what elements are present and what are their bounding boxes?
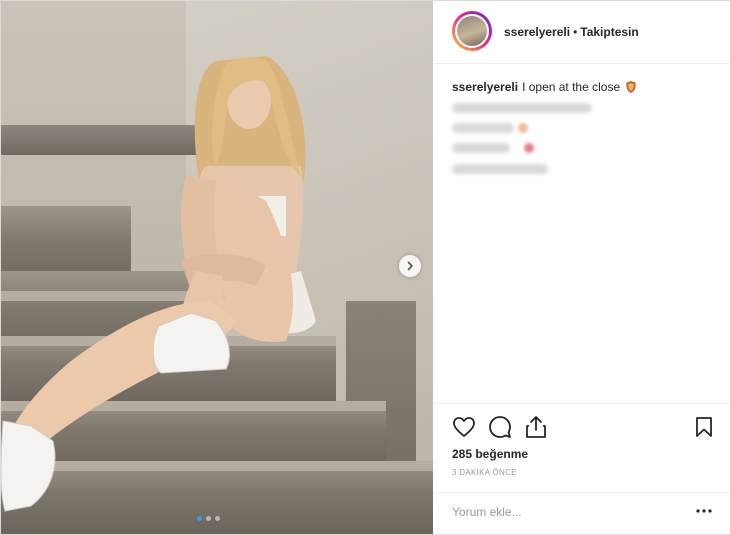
following-status-button[interactable]: Takiptesin [580, 25, 638, 39]
post-frame: sserelyereli • Takiptesin sserelyereli I op… [0, 0, 730, 535]
avatar-image [455, 14, 489, 48]
add-comment-section [434, 492, 730, 533]
share-button[interactable] [523, 414, 549, 440]
blurred-comment [452, 123, 514, 133]
post-timestamp[interactable]: 3 DAKİKA ÖNCE [452, 468, 517, 477]
blurred-emoji [518, 123, 528, 133]
save-button[interactable] [691, 414, 717, 440]
bookmark-icon [696, 417, 712, 437]
blurred-emoji [524, 143, 534, 153]
post-header: sserelyereli • Takiptesin [434, 1, 730, 64]
carousel-next-button[interactable] [399, 255, 421, 277]
blurred-comment [452, 143, 510, 153]
comment-button[interactable] [487, 414, 513, 440]
carousel-indicator [197, 516, 220, 521]
comment-icon [489, 416, 511, 438]
post-photo[interactable] [1, 1, 433, 534]
heart-icon [453, 417, 475, 437]
post-header-text: sserelyereli • Takiptesin [504, 25, 639, 39]
avatar[interactable] [452, 11, 492, 51]
photo-person [1, 56, 316, 512]
blurred-comment [452, 164, 548, 174]
post-actions-section: 285 beğenme 3 DAKİKA ÖNCE [434, 403, 730, 532]
carousel-dot [197, 516, 202, 521]
header-separator: • [573, 25, 578, 39]
likes-count[interactable]: 285 beğenme [452, 447, 528, 461]
comment-input[interactable] [452, 503, 682, 521]
like-button[interactable] [451, 414, 477, 440]
carousel-dot [215, 516, 220, 521]
blurred-comment [452, 103, 592, 113]
caption-text: I open at the close [522, 80, 621, 94]
more-options-icon [696, 509, 712, 513]
chevron-right-icon [407, 261, 413, 271]
shield-emoji-icon [626, 81, 637, 93]
header-username-link[interactable]: sserelyereli [504, 25, 570, 39]
post-caption: sserelyereli I open at the close [452, 79, 714, 95]
caption-username-link[interactable]: sserelyereli [452, 80, 518, 94]
carousel-dot [206, 516, 211, 521]
post-details-panel: sserelyereli • Takiptesin sserelyereli I op… [434, 1, 730, 534]
share-icon [526, 416, 546, 438]
more-options-button[interactable] [692, 501, 716, 521]
